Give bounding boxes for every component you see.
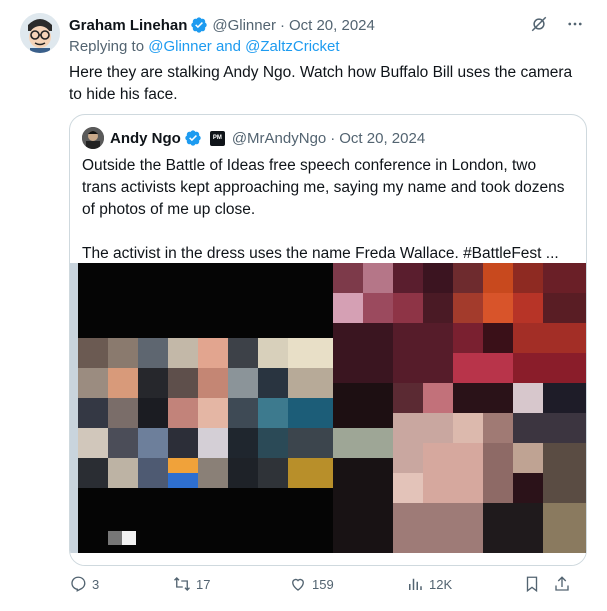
repost-icon bbox=[174, 577, 190, 591]
quote-author-avatar bbox=[82, 127, 104, 149]
grok-icon[interactable] bbox=[529, 14, 549, 34]
action-bar: 3 17 159 12K bbox=[69, 573, 587, 595]
tweet-date[interactable]: Oct 20, 2024 bbox=[289, 17, 375, 34]
views-icon bbox=[409, 578, 422, 590]
reply-count: 3 bbox=[92, 576, 100, 592]
reply-icon bbox=[71, 576, 86, 592]
tweet-text: Here they are stalking Andy Ngo. Watch h… bbox=[69, 64, 573, 103]
separator: · bbox=[279, 16, 285, 34]
separator: · bbox=[330, 129, 336, 147]
header-actions bbox=[529, 14, 585, 34]
verified-badge-icon bbox=[184, 129, 202, 147]
replying-to: Replying to @Glinner and @ZaltzCricket bbox=[69, 38, 340, 55]
like-icon bbox=[292, 578, 304, 591]
repost-button[interactable]: 17 bbox=[173, 575, 289, 593]
like-button[interactable]: 159 bbox=[289, 575, 406, 593]
like-count: 159 bbox=[312, 576, 334, 592]
quote-author-name: Andy Ngo bbox=[110, 129, 181, 147]
views-count: 12K bbox=[429, 576, 453, 592]
tweet-header: Graham Linehan @Glinner · Oct 20, 2024 bbox=[69, 14, 585, 36]
bookmark-button[interactable] bbox=[523, 575, 553, 593]
pixelated-video-frame bbox=[70, 263, 586, 553]
share-icon bbox=[555, 576, 569, 591]
bookmark-icon bbox=[526, 576, 538, 593]
quote-header: Andy Ngo PM @MrAndyNgo · Oct 20, 2024 bbox=[82, 127, 425, 149]
quote-paragraph-2: The activist in the dress uses the name … bbox=[82, 245, 559, 262]
quote-date: Oct 20, 2024 bbox=[339, 129, 426, 147]
replying-to-links[interactable]: @Glinner and @ZaltzCricket bbox=[148, 38, 339, 55]
quote-media[interactable] bbox=[70, 263, 586, 565]
author-avatar[interactable] bbox=[20, 13, 60, 53]
share-button[interactable] bbox=[553, 575, 575, 593]
replying-prefix: Replying to bbox=[69, 38, 145, 55]
author-handle[interactable]: @Glinner bbox=[212, 17, 276, 34]
repost-count: 17 bbox=[196, 576, 211, 592]
org-badge: PM bbox=[209, 130, 225, 146]
quote-paragraph-1: Outside the Battle of Ideas free speech … bbox=[82, 157, 565, 218]
verified-badge-icon bbox=[190, 16, 208, 34]
views-button[interactable]: 12K bbox=[406, 575, 523, 593]
quoted-tweet[interactable]: Andy Ngo PM @MrAndyNgo · Oct 20, 2024 Ou… bbox=[69, 114, 587, 566]
reply-button[interactable]: 3 bbox=[69, 575, 173, 593]
more-icon[interactable] bbox=[565, 14, 585, 34]
quote-author-handle: @MrAndyNgo bbox=[231, 129, 327, 147]
author-name[interactable]: Graham Linehan bbox=[69, 17, 187, 34]
